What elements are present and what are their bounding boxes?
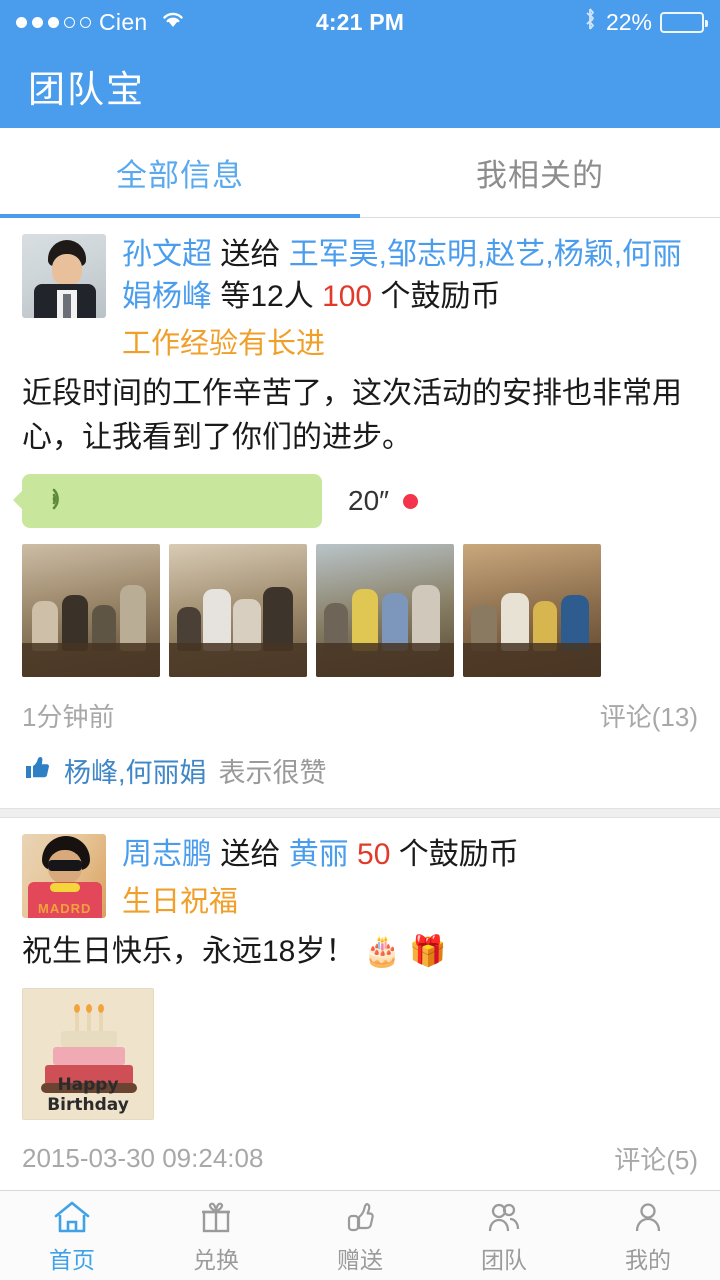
wifi-icon <box>160 9 186 35</box>
status-bar-left: Cien <box>16 9 186 36</box>
post-header-text: 周志鹏 送给 黄丽 50 个鼓励币 生日祝福 <box>122 834 698 926</box>
post-image-thumbnail[interactable] <box>22 544 160 677</box>
avatar[interactable] <box>22 234 106 318</box>
status-bar: Cien 4:21 PM 22% <box>0 0 720 44</box>
nav-item-give-label: 赠送 <box>337 1246 383 1273</box>
unread-dot <box>403 493 419 509</box>
tab-all-messages[interactable]: 全部信息 <box>0 128 360 218</box>
nav-item-home[interactable]: 首页 <box>0 1191 144 1280</box>
comments-link[interactable]: 评论(5) <box>614 1140 698 1177</box>
page-title: 团队宝 <box>28 69 145 110</box>
bottom-navigation: 首页 兑换 赠送 团队 我的 <box>0 1190 720 1280</box>
thumbs-up-icon[interactable] <box>22 753 52 789</box>
nav-item-exchange-label: 兑换 <box>193 1246 239 1273</box>
carrier-label: Cien <box>99 8 148 35</box>
post-title: 工作经验有长进 <box>122 328 326 360</box>
avatar[interactable]: MADRD <box>22 834 106 918</box>
post-header-text: 孙文超 送给 王军昊,邹志明,赵艺,杨颖,何丽娟杨峰 等12人 100 个鼓励币… <box>122 234 698 368</box>
post-headline: 周志鹏 送给 黄丽 50 个鼓励币 <box>122 834 698 876</box>
give-word: 送给 <box>220 238 281 271</box>
post-body: 近段时间的工作辛苦了，这次活动的安排也非常用心，让我看到了你们的进步。 <box>22 377 682 454</box>
feed-list[interactable]: 孙文超 送给 王军昊,邹志明,赵艺,杨颖,何丽娟杨峰 等12人 100 个鼓励币… <box>0 218 720 1190</box>
post-header: MADRD 周志鹏 送给 黄丽 50 个鼓励币 生日祝福 <box>0 834 720 926</box>
post-image-thumbnail[interactable] <box>316 544 454 677</box>
comments-link[interactable]: 评论(13) <box>600 697 698 734</box>
post-timestamp: 2015-03-30 09:24:08 <box>22 1143 264 1173</box>
nav-item-team[interactable]: 团队 <box>432 1191 576 1280</box>
person-icon <box>628 1197 668 1235</box>
post-meta: 1分钟前 评论(13) <box>0 677 720 734</box>
people-icon <box>484 1197 524 1235</box>
status-bar-right: 22% <box>582 7 708 37</box>
coin-unit: 个鼓励币 <box>398 838 519 871</box>
bluetooth-icon <box>582 7 598 37</box>
post-likes: 张晓静,孙文超,王天庆 等 18 人表示很赞 <box>0 1177 720 1190</box>
voice-message-row[interactable]: 20″ <box>0 460 720 528</box>
post-timestamp: 1分钟前 <box>22 702 115 732</box>
post-image-thumbnail[interactable] <box>169 544 307 677</box>
post-headline: 孙文超 送给 王军昊,邹志明,赵艺,杨颖,何丽娟杨峰 等12人 100 个鼓励币 <box>122 234 698 318</box>
home-icon <box>52 1197 92 1235</box>
feed-post[interactable]: 孙文超 送给 王军昊,邹志明,赵艺,杨颖,何丽娟杨峰 等12人 100 个鼓励币… <box>0 218 720 808</box>
battery-icon <box>660 11 708 33</box>
post-header: 孙文超 送给 王军昊,邹志明,赵艺,杨颖,何丽娟杨峰 等12人 100 个鼓励币… <box>0 234 720 368</box>
signal-strength-icon <box>16 16 91 28</box>
nav-item-profile[interactable]: 我的 <box>576 1191 720 1280</box>
coin-amount: 50 <box>357 838 391 871</box>
others-count: 等12人 <box>220 280 314 313</box>
thumbs-up-icon <box>340 1197 380 1235</box>
nav-item-team-label: 团队 <box>481 1246 527 1273</box>
sound-wave-icon <box>44 482 78 521</box>
voice-message-bubble[interactable] <box>13 474 322 528</box>
celebration-emoji: 🎂 🎁 <box>363 935 447 968</box>
post-body: 祝生日快乐，永远18岁！ 🎂 🎁 <box>0 926 720 974</box>
post-image-thumbnail[interactable] <box>463 544 601 677</box>
post-meta: 2015-03-30 09:24:08 评论(5) <box>0 1120 720 1177</box>
like-names[interactable]: 杨峰,何丽娟 <box>64 751 207 790</box>
post-image-grid <box>0 528 720 677</box>
coin-amount: 100 <box>322 280 373 313</box>
nav-item-exchange[interactable]: 兑换 <box>144 1191 288 1280</box>
post-likes: 杨峰,何丽娟 表示很赞 <box>0 734 720 808</box>
post-body-text: 祝生日快乐，永远18岁！ <box>22 935 356 968</box>
battery-percent-label: 22% <box>605 8 652 35</box>
tab-related-to-me[interactable]: 我相关的 <box>360 128 720 217</box>
image-caption: Happy Birthday <box>47 1075 129 1115</box>
feed-post[interactable]: MADRD 周志鹏 送给 黄丽 50 个鼓励币 生日祝福 祝生日快乐，永远18岁… <box>0 818 720 1190</box>
post-title: 生日祝福 <box>122 886 239 918</box>
post-image-thumbnail[interactable]: Happy Birthday <box>22 988 154 1120</box>
coin-unit: 个鼓励币 <box>380 280 501 313</box>
tab-bar: 全部信息 我相关的 <box>0 128 720 218</box>
receiver-names[interactable]: 黄丽 <box>289 838 349 871</box>
nav-item-profile-label: 我的 <box>625 1246 671 1273</box>
voice-duration: 20″ <box>348 485 390 516</box>
nav-item-home-label: 首页 <box>49 1246 95 1273</box>
nav-item-give[interactable]: 赠送 <box>288 1191 432 1280</box>
tab-related-to-me-label: 我相关的 <box>476 158 604 193</box>
give-word: 送给 <box>220 838 281 871</box>
tab-all-messages-label: 全部信息 <box>116 158 244 193</box>
sender-name[interactable]: 孙文超 <box>122 238 212 271</box>
like-suffix: 表示很赞 <box>218 758 327 788</box>
app-header: 团队宝 <box>0 44 720 128</box>
post-divider <box>0 808 720 818</box>
gift-icon <box>196 1197 236 1235</box>
sender-name[interactable]: 周志鹏 <box>122 838 212 871</box>
